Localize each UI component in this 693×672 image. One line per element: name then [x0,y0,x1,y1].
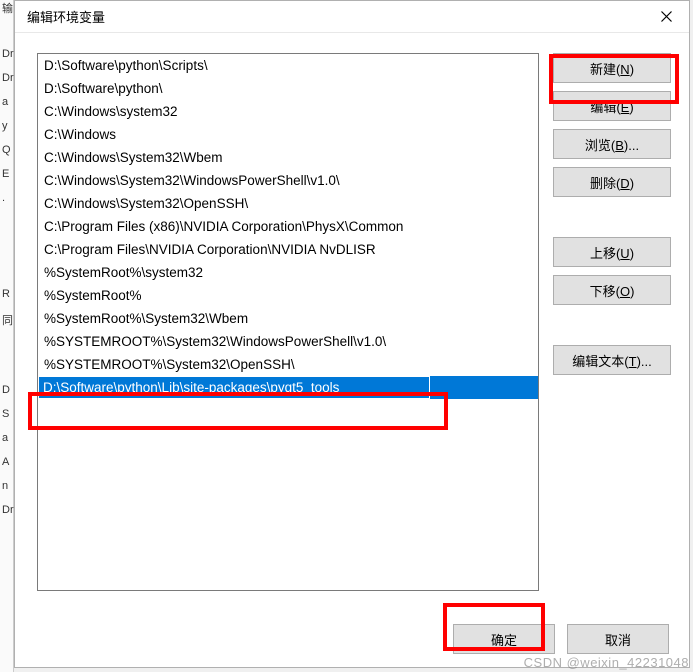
move-down-button-label: 下移(O) [590,281,635,300]
edit-button[interactable]: 编辑(E) [553,91,671,121]
ok-button[interactable]: 确定 [453,624,555,654]
move-up-button-label: 上移(U) [590,243,634,262]
watermark-text: CSDN @weixin_42231048 [524,655,689,670]
new-button-label: 新建(N) [590,59,634,78]
list-item[interactable]: %SystemRoot%\System32\Wbem [38,307,538,330]
list-item-editing[interactable] [38,376,538,399]
browse-button[interactable]: 浏览(B)... [553,129,671,159]
list-item[interactable]: %SystemRoot% [38,284,538,307]
close-icon [661,11,672,22]
list-item[interactable]: C:\Program Files\NVIDIA Corporation\NVID… [38,238,538,261]
cancel-button[interactable]: 取消 [567,624,669,654]
browse-button-label: 浏览(B)... [585,135,639,154]
list-item[interactable]: %SystemRoot%\system32 [38,261,538,284]
edit-text-button-label: 编辑文本(T)... [572,351,651,370]
list-item[interactable]: C:\Windows [38,123,538,146]
dialog-title: 编辑环境变量 [27,7,105,26]
list-item[interactable]: C:\Windows\system32 [38,100,538,123]
move-down-button[interactable]: 下移(O) [553,275,671,305]
delete-button-label: 删除(D) [590,173,634,192]
path-listbox[interactable]: D:\Software\python\Scripts\D:\Software\p… [37,53,539,591]
env-var-dialog: 编辑环境变量 D:\Software\python\Scripts\D:\Sof… [14,0,690,668]
list-item[interactable]: %SYSTEMROOT%\System32\WindowsPowerShell\… [38,330,538,353]
list-item[interactable]: C:\Windows\System32\Wbem [38,146,538,169]
dialog-content: D:\Software\python\Scripts\D:\Software\p… [15,33,689,611]
list-item[interactable]: D:\Software\python\ [38,77,538,100]
list-item[interactable]: C:\Program Files (x86)\NVIDIA Corporatio… [38,215,538,238]
edit-text-button[interactable]: 编辑文本(T)... [553,345,671,375]
side-button-column: 新建(N) 编辑(E) 浏览(B)... 删除(D) 上移(U) 下移(O) 编… [553,53,671,599]
list-item[interactable]: D:\Software\python\Scripts\ [38,54,538,77]
background-strip: 输DrDrayQE.R同DSaAnDr [0,0,14,672]
path-edit-input[interactable] [39,377,429,398]
titlebar: 编辑环境变量 [15,1,689,33]
edit-button-label: 编辑(E) [590,97,633,116]
list-item[interactable]: %SYSTEMROOT%\System32\OpenSSH\ [38,353,538,376]
new-button[interactable]: 新建(N) [553,53,671,83]
delete-button[interactable]: 删除(D) [553,167,671,197]
list-item[interactable]: C:\Windows\System32\OpenSSH\ [38,192,538,215]
move-up-button[interactable]: 上移(U) [553,237,671,267]
list-item[interactable]: C:\Windows\System32\WindowsPowerShell\v1… [38,169,538,192]
close-button[interactable] [643,1,689,33]
